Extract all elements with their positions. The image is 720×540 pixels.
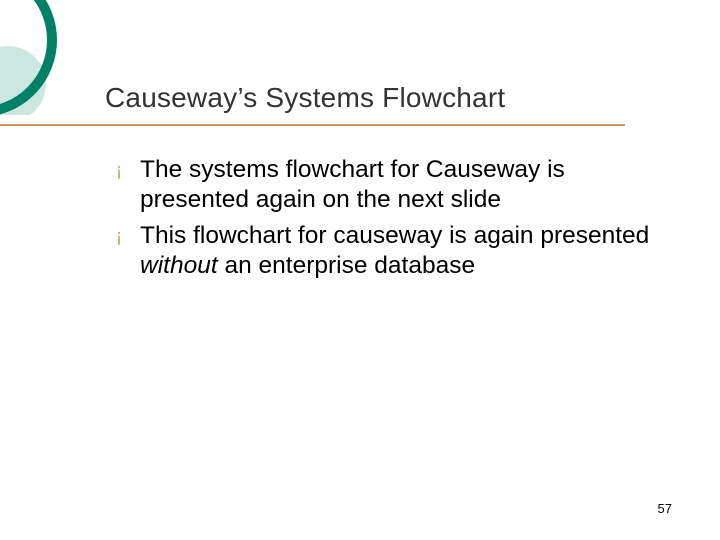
bullet-icon: ¡ — [116, 155, 140, 185]
page-number: 57 — [658, 501, 672, 516]
corner-graphic — [0, 0, 80, 115]
title-row: Causeway’s Systems Flowchart — [105, 82, 660, 114]
title-underline — [0, 124, 625, 126]
bullet-text-pre: The systems flowchart for Causeway is pr… — [140, 156, 565, 213]
bullet-item: ¡ The systems flowchart for Causeway is … — [116, 155, 650, 215]
slide-title: Causeway’s Systems Flowchart — [105, 82, 660, 114]
bullet-text: This flowchart for causeway is again pre… — [140, 221, 650, 281]
bullet-item: ¡ This flowchart for causeway is again p… — [116, 221, 650, 281]
bullet-text: The systems flowchart for Causeway is pr… — [140, 155, 650, 215]
slide: Causeway’s Systems Flowchart ¡ The syste… — [0, 0, 720, 540]
bullet-text-pre: This flowchart for causeway is again pre… — [140, 222, 649, 249]
bullet-text-post: an enterprise database — [218, 252, 475, 279]
content: ¡ The systems flowchart for Causeway is … — [116, 155, 650, 287]
bullet-icon: ¡ — [116, 221, 140, 251]
bullet-text-em: without — [140, 252, 218, 279]
